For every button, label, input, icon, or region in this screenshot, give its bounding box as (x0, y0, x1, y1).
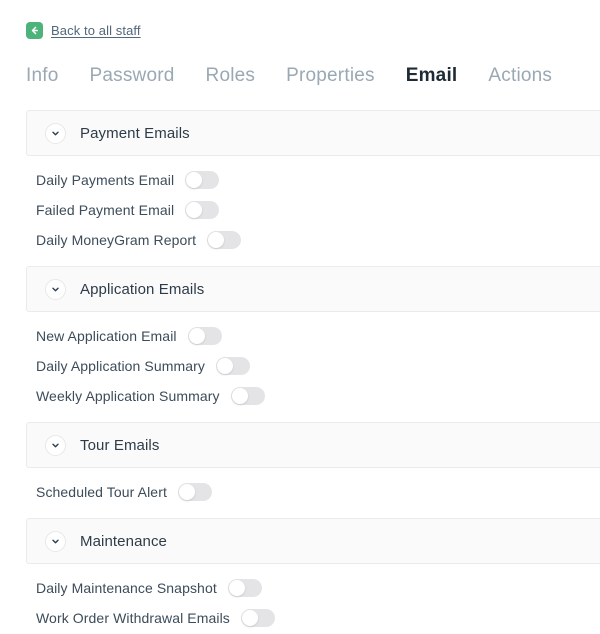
section-title: Application Emails (80, 280, 205, 298)
chevron-down-icon[interactable] (45, 530, 66, 552)
back-link-label[interactable]: Back to all staff (51, 23, 141, 38)
section-payment-emails: Payment Emails Daily Payments Email Failed… (0, 110, 600, 255)
tab-actions[interactable]: Actions (488, 62, 552, 90)
section-tour-emails: Tour Emails Scheduled Tour Alert (0, 422, 600, 507)
toggle-knob (188, 328, 205, 344)
setting-row: New Application Email (0, 321, 600, 351)
setting-row: Daily MoneyGram Report (0, 225, 600, 255)
section-title: Payment Emails (80, 124, 190, 142)
setting-toggle[interactable] (185, 201, 220, 219)
toggle-knob (217, 358, 234, 374)
section-header[interactable]: Tour Emails (26, 422, 600, 468)
setting-row: Weekly Application Summary (0, 381, 600, 411)
setting-label: Failed Payment Email (36, 202, 175, 218)
toggle-knob (241, 610, 258, 626)
chevron-down-icon[interactable] (45, 278, 66, 300)
section-title: Maintenance (80, 532, 167, 550)
setting-label: Daily Application Summary (36, 358, 206, 374)
setting-label: Weekly Application Summary (36, 388, 220, 404)
staff-detail-tabs: Info Password Roles Properties Email Actions (26, 62, 552, 90)
chevron-down-icon[interactable] (45, 434, 66, 456)
section-header[interactable]: Application Emails (26, 266, 600, 312)
setting-toggle[interactable] (230, 387, 265, 405)
arrow-left-icon (26, 22, 43, 39)
toggle-knob (228, 580, 245, 596)
section-maintenance: Maintenance Daily Maintenance Snapshot Wor… (0, 518, 600, 633)
section-title: Tour Emails (80, 436, 160, 454)
setting-row: Scheduled Tour Alert (0, 477, 600, 507)
chevron-down-icon[interactable] (45, 122, 66, 144)
setting-row: Failed Payment Email (0, 195, 600, 225)
email-settings-panel: Payment Emails Daily Payments Email Failed… (0, 110, 600, 633)
setting-rows: Daily Maintenance Snapshot Work Order Wit… (0, 564, 600, 633)
setting-row: Daily Payments Email (0, 165, 600, 195)
section-application-emails: Application Emails New Application Email D… (0, 266, 600, 411)
tab-properties[interactable]: Properties (286, 62, 375, 90)
setting-label: Work Order Withdrawal Emails (36, 610, 230, 626)
setting-label: Scheduled Tour Alert (36, 484, 167, 500)
setting-rows: Scheduled Tour Alert (0, 468, 600, 507)
setting-label: Daily Maintenance Snapshot (36, 580, 217, 596)
setting-label: Daily Payments Email (36, 172, 175, 188)
setting-toggle[interactable] (227, 579, 262, 597)
setting-label: New Application Email (36, 328, 177, 344)
toggle-knob (208, 232, 225, 248)
setting-rows: New Application Email Daily Application S… (0, 312, 600, 411)
back-to-all-staff-link[interactable]: Back to all staff (26, 22, 141, 39)
setting-row: Work Order Withdrawal Emails (0, 603, 600, 633)
tab-password[interactable]: Password (90, 62, 175, 90)
section-header[interactable]: Maintenance (26, 518, 600, 564)
setting-toggle[interactable] (177, 483, 212, 501)
toggle-knob (186, 172, 203, 188)
setting-toggle[interactable] (240, 609, 275, 627)
toggle-knob (178, 484, 195, 500)
toggle-knob (186, 202, 203, 218)
setting-toggle[interactable] (185, 171, 220, 189)
setting-toggle[interactable] (207, 231, 242, 249)
setting-toggle[interactable] (216, 357, 251, 375)
section-header[interactable]: Payment Emails (26, 110, 600, 156)
toggle-knob (231, 388, 248, 404)
setting-row: Daily Maintenance Snapshot (0, 573, 600, 603)
setting-row: Daily Application Summary (0, 351, 600, 381)
tab-email[interactable]: Email (406, 62, 458, 90)
setting-rows: Daily Payments Email Failed Payment Email… (0, 156, 600, 255)
setting-toggle[interactable] (187, 327, 222, 345)
tab-info[interactable]: Info (26, 62, 59, 90)
tab-roles[interactable]: Roles (206, 62, 256, 90)
setting-label: Daily MoneyGram Report (36, 232, 197, 248)
